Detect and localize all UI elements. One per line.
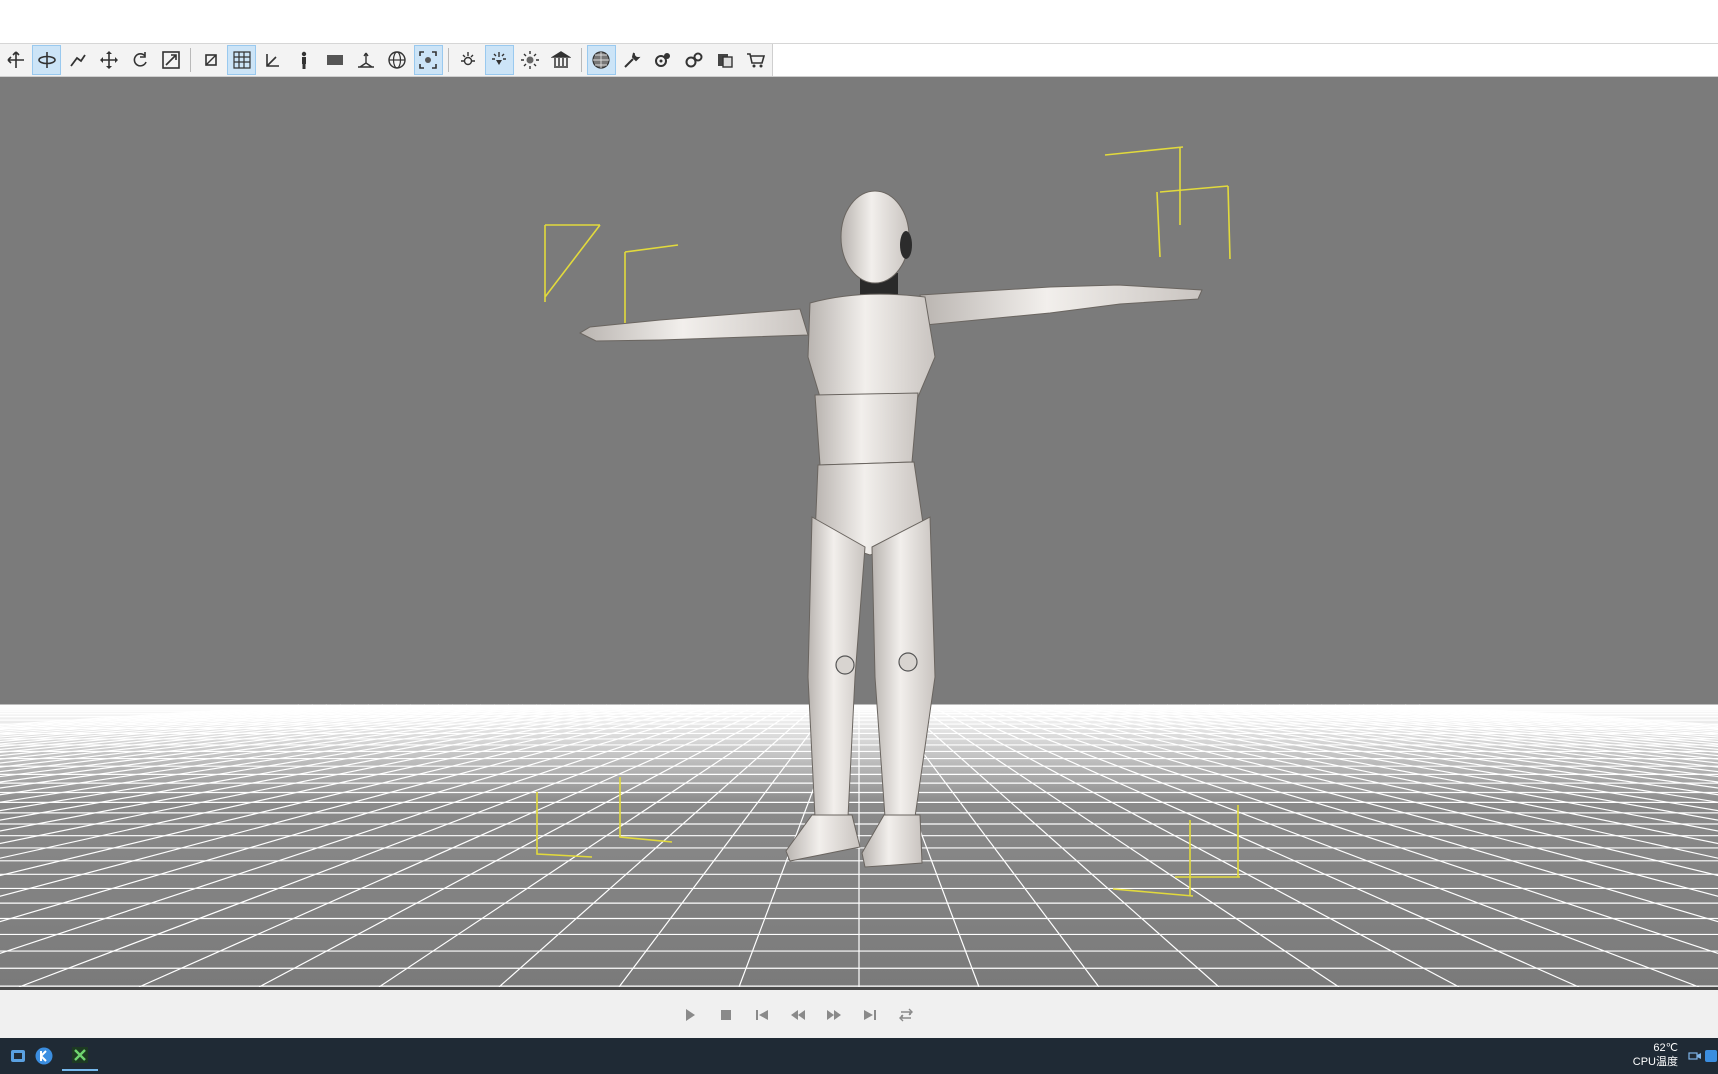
toolbar-separator <box>580 48 582 72</box>
bone-select-icon[interactable] <box>63 45 92 75</box>
gear-pair-icon[interactable] <box>680 45 709 75</box>
x-app-icon[interactable] <box>62 1041 98 1071</box>
skip-start-icon[interactable] <box>750 1004 774 1026</box>
left-knee-joint <box>835 655 855 675</box>
translate-icon[interactable] <box>1 45 30 75</box>
main-toolbar <box>0 44 773 77</box>
ear-sensor <box>900 231 912 259</box>
globe-icon[interactable] <box>382 45 411 75</box>
step-back-icon[interactable] <box>786 1004 810 1026</box>
k-app-icon[interactable] <box>26 1041 62 1071</box>
museum-icon[interactable] <box>547 45 576 75</box>
grid-icon[interactable] <box>227 45 257 75</box>
scene-canvas[interactable] <box>0 77 1718 987</box>
loop-icon[interactable] <box>894 1004 918 1026</box>
cpu-temperature-widget[interactable]: 62℃ CPU温度 <box>1633 1041 1678 1069</box>
3d-viewport[interactable] <box>0 77 1718 987</box>
step-forward-icon[interactable] <box>822 1004 846 1026</box>
window-title-bar <box>0 0 1718 44</box>
export-icon[interactable] <box>711 45 740 75</box>
scale-icon[interactable] <box>156 45 185 75</box>
sphere-grid-icon[interactable] <box>586 45 616 75</box>
wrench-icon[interactable] <box>618 45 647 75</box>
axis-icon[interactable] <box>258 45 287 75</box>
chest <box>807 293 936 398</box>
toolbar-separator <box>447 48 449 72</box>
cpu-temperature-value: 62℃ <box>1653 1042 1678 1054</box>
light-spot-icon[interactable] <box>484 45 514 75</box>
cpu-temperature-label: CPU温度 <box>1632 1056 1678 1068</box>
toolbar-empty-area <box>773 44 1718 77</box>
skip-end-icon[interactable] <box>858 1004 882 1026</box>
orbit-icon[interactable] <box>32 45 62 75</box>
taskbar: 62℃ CPU温度 <box>0 1038 1718 1074</box>
light-point-icon[interactable] <box>454 45 483 75</box>
move-icon[interactable] <box>94 45 123 75</box>
head <box>840 190 910 284</box>
stop-icon[interactable] <box>714 1004 738 1026</box>
timeline-bar <box>0 987 1718 1041</box>
rotate-icon[interactable] <box>125 45 154 75</box>
playback-controls <box>678 1004 918 1026</box>
frame-icon[interactable] <box>196 45 225 75</box>
cart-icon[interactable] <box>742 45 771 75</box>
right-knee-joint <box>898 652 918 672</box>
focus-icon[interactable] <box>413 45 443 75</box>
settings-gear-icon[interactable] <box>649 45 678 75</box>
figure-icon[interactable] <box>289 45 318 75</box>
abdomen <box>814 392 919 466</box>
network-tray-icon[interactable] <box>1704 1049 1718 1063</box>
play-icon[interactable] <box>678 1004 702 1026</box>
plane-icon[interactable] <box>320 45 349 75</box>
ground-icon[interactable] <box>351 45 380 75</box>
camera-tray-icon[interactable] <box>1688 1049 1702 1063</box>
light-sun-icon[interactable] <box>516 45 545 75</box>
toolbar-separator <box>190 48 192 72</box>
